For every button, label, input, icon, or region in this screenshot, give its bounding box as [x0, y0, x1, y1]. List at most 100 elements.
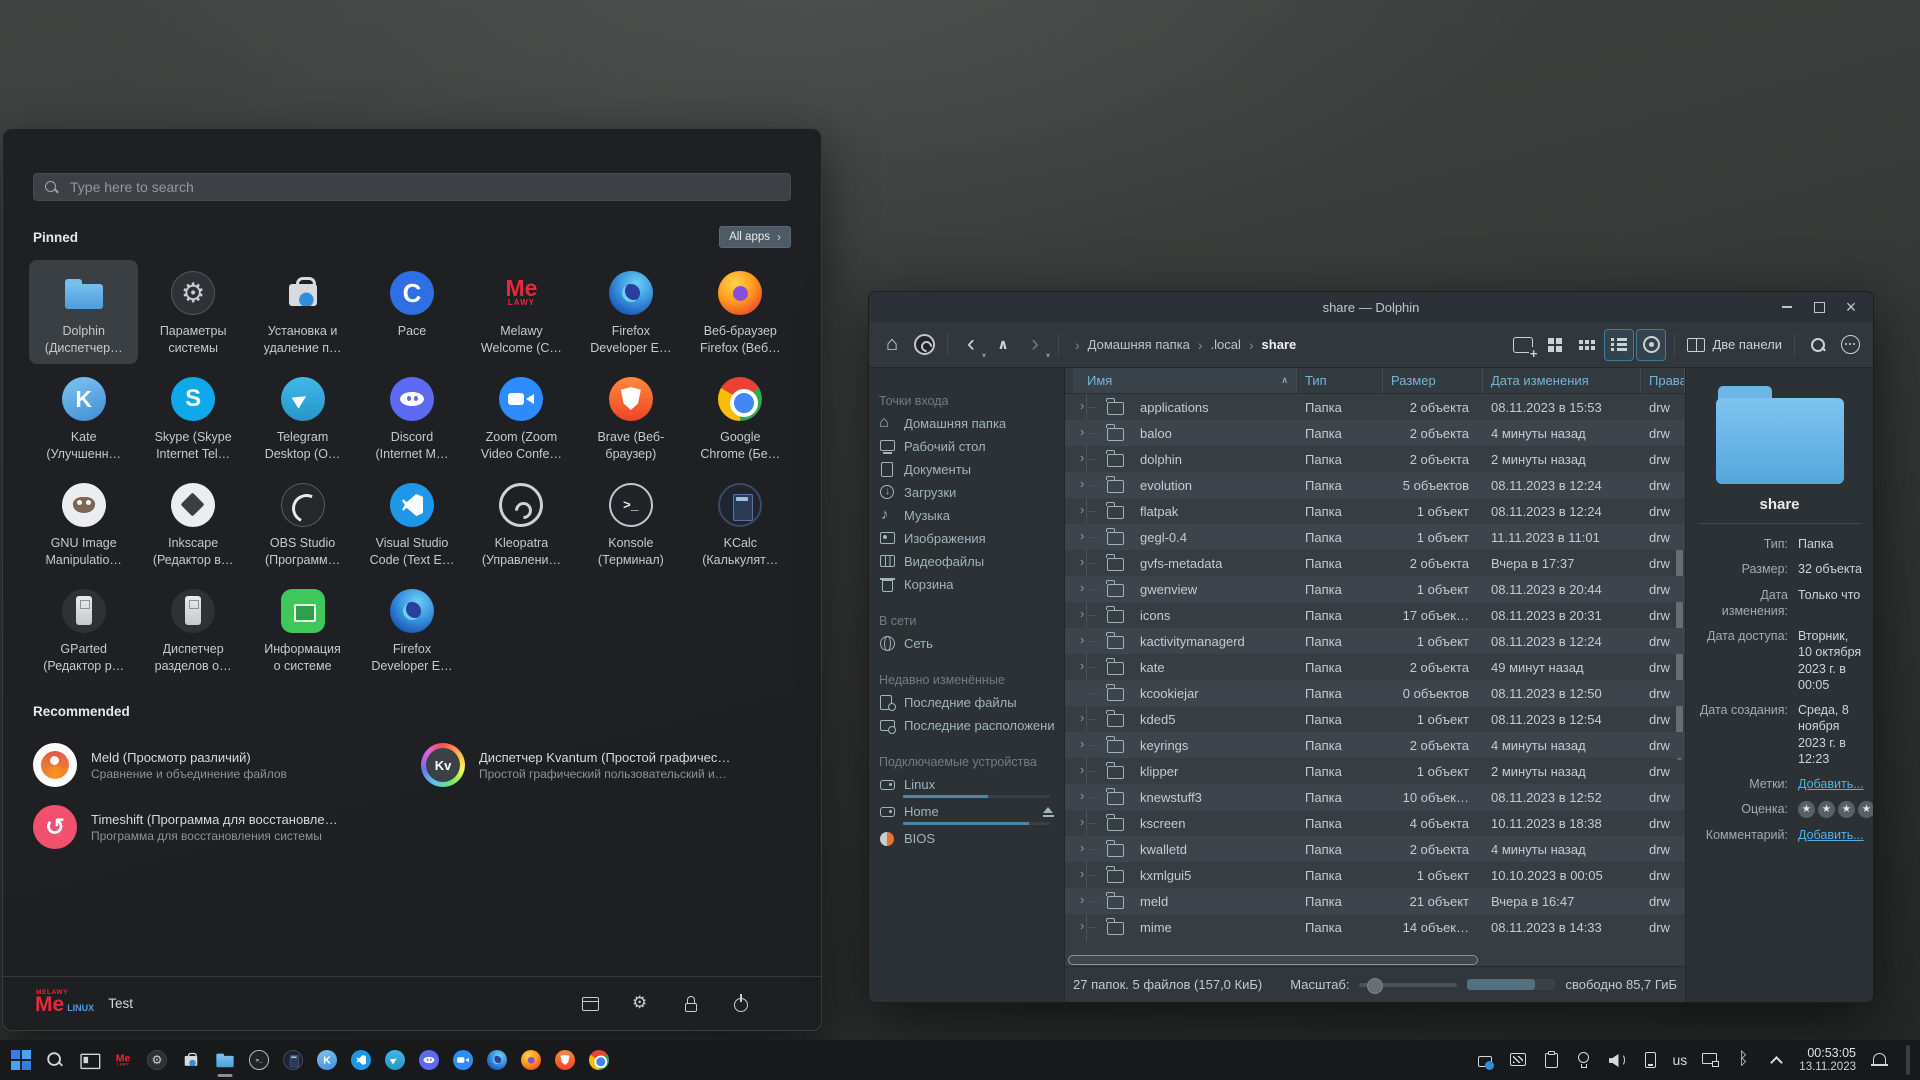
bluetooth-tray-icon[interactable] — [1733, 1050, 1753, 1070]
app-tile[interactable]: Параметры системы — [138, 260, 247, 364]
recommended-app[interactable]: Диспетчер Kvantum (Простой графичес… Про… — [421, 743, 791, 787]
up-button[interactable] — [988, 329, 1018, 361]
device-tray-icon[interactable] — [1640, 1050, 1660, 1070]
expand-chevron-icon[interactable] — [1080, 866, 1084, 881]
search-input[interactable] — [68, 178, 780, 196]
app-tile[interactable]: Kleopatra (Управлени… — [467, 472, 576, 576]
column-header-date[interactable]: Дата изменения — [1483, 368, 1641, 393]
launcher-search[interactable] — [33, 173, 791, 201]
place-entry[interactable]: Изображения — [875, 527, 1058, 550]
expand-chevron-icon[interactable] — [1080, 814, 1084, 829]
expand-chevron-icon[interactable] — [1080, 424, 1084, 439]
file-row[interactable]: keyrings Папка 2 объекта 4 минуты назад … — [1065, 732, 1685, 758]
network-tray-icon[interactable] — [1700, 1050, 1720, 1070]
app-tile[interactable]: KCalc (Калькулят… — [686, 472, 795, 576]
file-row[interactable]: klipper Папка 1 объект 2 минуты назад dr… — [1065, 758, 1685, 784]
place-entry[interactable]: Загрузки — [875, 481, 1058, 504]
place-entry[interactable]: Home — [875, 800, 1058, 827]
files-icon[interactable] — [581, 994, 601, 1014]
all-apps-button[interactable]: All apps — [719, 226, 791, 248]
place-entry[interactable]: Последние расположения — [875, 714, 1058, 737]
taskbar-app[interactable] — [448, 1040, 478, 1080]
star-icon[interactable]: ★ — [1798, 801, 1815, 818]
app-tile[interactable]: Веб-браузер Firefox (Веб… — [686, 260, 795, 364]
lock-icon[interactable] — [681, 994, 701, 1014]
app-tile[interactable]: Brave (Веб- браузер) — [576, 366, 685, 470]
taskbar-app[interactable] — [244, 1040, 274, 1080]
place-entry[interactable]: Документы — [875, 458, 1058, 481]
eject-icon[interactable] — [1043, 807, 1054, 817]
app-tile[interactable]: Pace — [357, 260, 466, 364]
places-button[interactable] — [909, 329, 939, 361]
expand-chevron-icon[interactable] — [1080, 632, 1084, 647]
taskbar-app[interactable] — [6, 1040, 36, 1080]
file-row[interactable]: evolution Папка 5 объектов 08.11.2023 в … — [1065, 472, 1685, 498]
breadcrumb-item[interactable]: .local — [1196, 335, 1243, 355]
updates-tray-icon[interactable] — [1475, 1050, 1495, 1070]
file-row[interactable]: kxmlgui5 Папка 1 объект 10.10.2023 в 00:… — [1065, 862, 1685, 888]
expand-chevron-icon[interactable] — [1080, 892, 1084, 907]
maximize-button[interactable] — [1805, 295, 1833, 319]
taskbar-app[interactable] — [108, 1040, 138, 1080]
taskbar-app[interactable] — [278, 1040, 308, 1080]
expand-chevron-icon[interactable] — [1080, 476, 1084, 491]
add-comment-link[interactable]: Добавить... — [1798, 827, 1864, 843]
taskbar-app[interactable] — [516, 1040, 546, 1080]
recommended-app[interactable]: Meld (Просмотр различий) Сравнение и объ… — [33, 743, 403, 787]
breadcrumb-item[interactable]: share — [1247, 335, 1298, 355]
taskbar-app[interactable] — [482, 1040, 512, 1080]
taskbar-app[interactable] — [74, 1040, 104, 1080]
app-tile[interactable]: Inkscape (Редактор в… — [138, 472, 247, 576]
app-tile[interactable]: Zoom (Zoom Video Confe… — [467, 366, 576, 470]
horizontal-scrollbar[interactable] — [1068, 955, 1478, 965]
taskbar-app[interactable] — [380, 1040, 410, 1080]
file-row[interactable]: applications Папка 2 объекта 08.11.2023 … — [1065, 394, 1685, 420]
file-row[interactable]: gvfs-metadata Папка 2 объекта Вчера в 17… — [1065, 550, 1685, 576]
back-button[interactable] — [956, 329, 986, 361]
file-row[interactable]: kwalletd Папка 2 объекта 4 минуты назад … — [1065, 836, 1685, 862]
night-color-tray-icon[interactable] — [1574, 1050, 1594, 1070]
file-row[interactable]: icons Папка 17 объек… 08.11.2023 в 20:31… — [1065, 602, 1685, 628]
place-entry[interactable]: Домашняя папка — [875, 412, 1058, 435]
breadcrumb-item[interactable]: Домашняя папка — [1073, 335, 1192, 355]
place-entry[interactable]: Музыка — [875, 504, 1058, 527]
menu-button[interactable] — [1835, 329, 1865, 361]
expand-chevron-icon[interactable] — [1080, 762, 1084, 777]
user-name[interactable]: Test — [108, 996, 133, 1011]
file-row[interactable]: dolphin Папка 2 объекта 2 минуты назад d… — [1065, 446, 1685, 472]
file-row[interactable]: knewstuff3 Папка 10 объек… 08.11.2023 в … — [1065, 784, 1685, 810]
expand-chevron-icon[interactable] — [1080, 580, 1084, 595]
titlebar[interactable]: share — Dolphin — [869, 292, 1873, 322]
taskbar-app[interactable] — [346, 1040, 376, 1080]
column-header-permissions[interactable]: Права — [1641, 368, 1685, 393]
expand-chevron-icon[interactable] — [1080, 840, 1084, 855]
recommended-app[interactable]: Timeshift (Программа для восстановле… Пр… — [33, 805, 403, 849]
app-tile[interactable]: Discord (Internet M… — [357, 366, 466, 470]
zoom-slider[interactable] — [1359, 983, 1457, 987]
app-tile[interactable]: Установка и удаление п… — [248, 260, 357, 364]
app-tile[interactable]: Firefox Developer E… — [576, 260, 685, 364]
details-view-button[interactable] — [1604, 329, 1634, 361]
taskbar-app[interactable] — [40, 1040, 70, 1080]
star-icon[interactable]: ★ — [1818, 801, 1835, 818]
app-tile[interactable]: GParted (Редактор р… — [29, 578, 138, 682]
place-entry[interactable]: Видеофайлы — [875, 550, 1058, 573]
taskbar-app[interactable] — [414, 1040, 444, 1080]
column-header-name[interactable]: Имя∧ — [1073, 368, 1297, 393]
expand-chevron-icon[interactable] — [1080, 502, 1084, 517]
expand-chevron-icon[interactable] — [1080, 554, 1084, 569]
app-tile[interactable]: Диспетчер разделов о… — [138, 578, 247, 682]
file-row[interactable]: gegl-0.4 Папка 1 объект 11.11.2023 в 11:… — [1065, 524, 1685, 550]
file-row[interactable]: baloo Папка 2 объекта 4 минуты назад drw — [1065, 420, 1685, 446]
app-tile[interactable]: Dolphin (Диспетчер… — [29, 260, 138, 364]
place-entry[interactable]: Linux — [875, 773, 1058, 800]
taskbar-app[interactable] — [584, 1040, 614, 1080]
search-button[interactable] — [1803, 329, 1833, 361]
expand-chevron-icon[interactable] — [1080, 606, 1084, 621]
clock[interactable]: 00:53:05 13.11.2023 — [1799, 1046, 1856, 1074]
file-row[interactable]: flatpak Папка 1 объект 08.11.2023 в 12:2… — [1065, 498, 1685, 524]
file-row[interactable]: kded5 Папка 1 объект 08.11.2023 в 12:54 … — [1065, 706, 1685, 732]
settings-icon[interactable] — [631, 994, 651, 1014]
place-entry[interactable]: Сеть — [875, 632, 1058, 655]
taskbar-app[interactable] — [550, 1040, 580, 1080]
